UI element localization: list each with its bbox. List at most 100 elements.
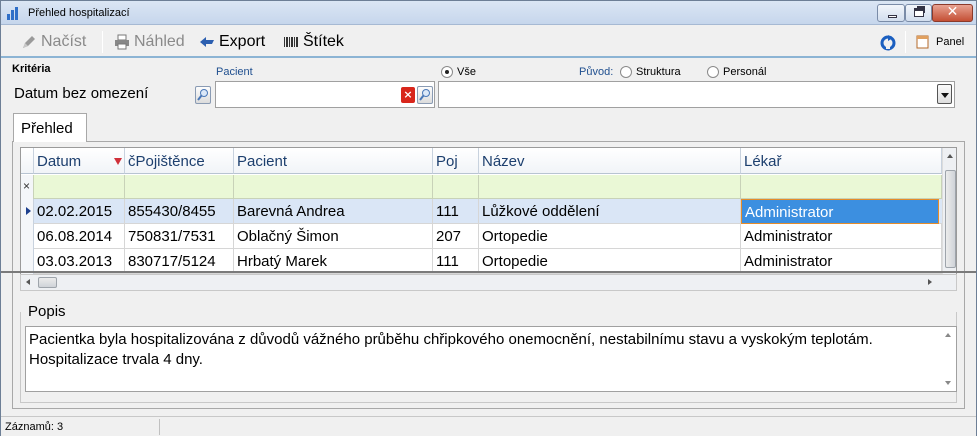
table-row[interactable]: 06.08.2014 750831/7531 Oblačný Šimon 207… bbox=[21, 224, 942, 249]
criteria-title: Kritéria bbox=[12, 63, 51, 75]
scroll-thumb-horizontal[interactable] bbox=[38, 277, 57, 288]
col-header-label: Datum bbox=[37, 153, 82, 170]
col-header-cpojistence[interactable]: čPojištěnce bbox=[125, 148, 234, 174]
data-grid: Datum čPojištěnce Pacient Poj Název Léka… bbox=[20, 147, 957, 275]
close-button[interactable]: ✕ bbox=[932, 4, 973, 22]
filter-row: × bbox=[21, 175, 942, 199]
cell-datum[interactable]: 02.02.2015 bbox=[34, 199, 125, 224]
scroll-left-icon[interactable] bbox=[26, 279, 30, 285]
load-button[interactable]: Načíst bbox=[21, 32, 86, 52]
magnifier-icon bbox=[419, 89, 430, 101]
patient-label: Pacient bbox=[216, 66, 253, 78]
cell-nazev[interactable]: Ortopedie bbox=[479, 224, 741, 249]
col-header-label: Pacient bbox=[237, 153, 288, 170]
cell-pacient[interactable]: Oblačný Šimon bbox=[234, 224, 433, 249]
refresh-icon bbox=[879, 34, 896, 51]
chevron-down-icon[interactable] bbox=[937, 84, 952, 104]
radio-structure[interactable] bbox=[620, 66, 632, 78]
toolbar-separator bbox=[102, 31, 103, 53]
grid-horizontal-scrollbar[interactable] bbox=[20, 274, 957, 291]
export-label: Export bbox=[219, 33, 266, 50]
tab-prehled[interactable]: Přehled bbox=[13, 113, 87, 142]
panel-icon bbox=[916, 34, 932, 50]
cell-lekar[interactable]: Administrator bbox=[741, 224, 942, 249]
bar-chart-icon bbox=[6, 6, 22, 20]
date-filter-lookup-button[interactable] bbox=[195, 86, 211, 104]
cell-lekar[interactable]: Administrator bbox=[741, 199, 939, 224]
export-button[interactable]: Export bbox=[199, 32, 265, 52]
col-header-nazev[interactable]: Název bbox=[479, 148, 741, 174]
radio-structure-label: Struktura bbox=[636, 66, 681, 78]
popis-text: Pacientka byla hospitalizována z důvodů … bbox=[29, 331, 873, 368]
patient-lookup-button[interactable] bbox=[417, 86, 433, 104]
label-label: Štítek bbox=[303, 33, 344, 50]
cell-nazev[interactable]: Lůžkové oddělení bbox=[479, 199, 741, 224]
filter-clear-button[interactable]: × bbox=[21, 175, 34, 199]
close-icon: × bbox=[23, 179, 31, 193]
grid-vertical-scrollbar[interactable] bbox=[942, 148, 956, 274]
scroll-up-icon[interactable] bbox=[945, 333, 951, 337]
cell-datum[interactable]: 06.08.2014 bbox=[34, 224, 125, 249]
magnifier-icon bbox=[197, 89, 208, 101]
row-header-corner bbox=[21, 148, 34, 174]
scroll-up-icon[interactable] bbox=[947, 154, 953, 158]
preview-button[interactable]: Náhled bbox=[114, 32, 185, 52]
filter-cell-pacient[interactable] bbox=[234, 175, 433, 199]
table-row[interactable]: 02.02.2015 855430/8455 Barevná Andrea 11… bbox=[21, 199, 942, 224]
label-button[interactable]: Štítek bbox=[283, 32, 344, 52]
radio-all[interactable] bbox=[441, 66, 453, 78]
radio-all-label: Vše bbox=[457, 66, 476, 78]
cell-cpojistence[interactable]: 855430/8455 bbox=[125, 199, 234, 224]
col-header-label: čPojištěnce bbox=[128, 153, 205, 170]
refresh-button[interactable] bbox=[879, 32, 896, 52]
col-header-lekar[interactable]: Lékař bbox=[741, 148, 942, 174]
preview-label: Náhled bbox=[134, 33, 185, 50]
cell-poj[interactable]: 207 bbox=[433, 224, 479, 249]
radio-personnel-label: Personál bbox=[723, 66, 767, 78]
origin-select[interactable] bbox=[438, 81, 955, 108]
barcode-icon bbox=[283, 34, 299, 50]
export-arrow-icon bbox=[199, 34, 215, 50]
patient-clear-button[interactable]: × bbox=[401, 87, 415, 103]
col-header-label: Lékař bbox=[744, 153, 782, 170]
scroll-down-icon[interactable] bbox=[945, 381, 951, 385]
splitter[interactable] bbox=[1, 271, 976, 273]
window-title: Přehled hospitalizací bbox=[28, 7, 130, 19]
panel-button[interactable]: Panel bbox=[916, 32, 964, 52]
row-header bbox=[21, 224, 34, 249]
filter-cell-cpojistence[interactable] bbox=[125, 175, 234, 199]
toolbar-separator-2 bbox=[905, 31, 906, 53]
popis-label: Popis bbox=[28, 303, 66, 320]
popis-scrollbar[interactable] bbox=[940, 327, 956, 391]
printer-icon bbox=[114, 34, 130, 50]
col-header-poj[interactable]: Poj bbox=[433, 148, 479, 174]
radio-personnel[interactable] bbox=[707, 66, 719, 78]
scroll-thumb[interactable] bbox=[945, 170, 956, 268]
popis-textarea[interactable]: Pacientka byla hospitalizována z důvodů … bbox=[25, 326, 957, 392]
cell-pacient[interactable]: Barevná Andrea bbox=[234, 199, 433, 224]
col-header-label: Název bbox=[482, 153, 525, 170]
col-header-datum[interactable]: Datum bbox=[34, 148, 125, 174]
tab-label: Přehled bbox=[21, 120, 73, 137]
col-header-pacient[interactable]: Pacient bbox=[234, 148, 433, 174]
scroll-right-icon[interactable] bbox=[928, 279, 932, 285]
col-header-label: Poj bbox=[436, 153, 458, 170]
filter-cell-nazev[interactable] bbox=[479, 175, 741, 199]
app-window: Přehled hospitalizací ✕ Načíst Náhled Ex… bbox=[0, 0, 977, 436]
filter-cell-lekar[interactable] bbox=[741, 175, 942, 199]
cell-poj[interactable]: 111 bbox=[433, 199, 479, 224]
minimize-button[interactable] bbox=[877, 4, 905, 22]
panel-label: Panel bbox=[936, 36, 965, 48]
title-bar[interactable]: Přehled hospitalizací ✕ bbox=[1, 1, 976, 25]
cell-cpojistence[interactable]: 750831/7531 bbox=[125, 224, 234, 249]
pencil-icon bbox=[21, 34, 37, 50]
status-separator bbox=[159, 419, 160, 435]
filter-cell-datum[interactable] bbox=[34, 175, 125, 199]
current-row-icon bbox=[26, 207, 31, 215]
load-label: Načíst bbox=[41, 33, 87, 50]
toolbar: Načíst Náhled Export Štítek Panel bbox=[1, 26, 976, 58]
restore-button[interactable] bbox=[905, 4, 932, 22]
clear-icon: × bbox=[403, 88, 413, 101]
filter-cell-poj[interactable] bbox=[433, 175, 479, 199]
restore-icon-front bbox=[914, 8, 924, 17]
